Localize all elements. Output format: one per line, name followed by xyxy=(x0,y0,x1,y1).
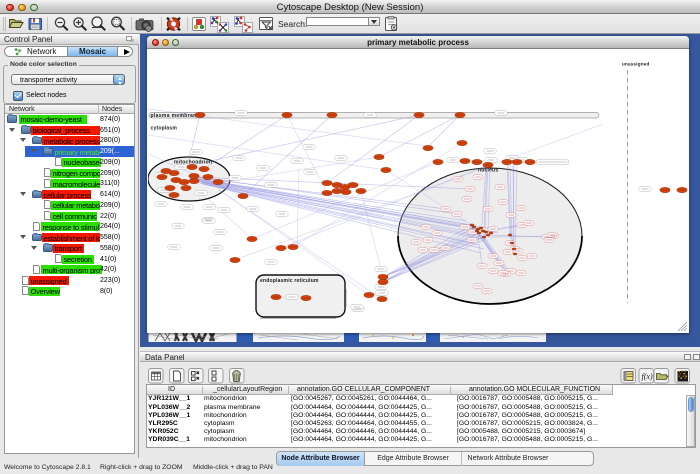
svg-text:f(x): f(x) xyxy=(642,372,653,381)
svg-text:nucleus: nucleus xyxy=(478,168,498,174)
svg-text:endoplasmic reticulum: endoplasmic reticulum xyxy=(260,278,319,284)
svg-text:cytoplasm: cytoplasm xyxy=(151,126,178,132)
svg-text:plasma membrane: plasma membrane xyxy=(151,113,200,119)
svg-text:unassigned: unassigned xyxy=(622,62,650,67)
